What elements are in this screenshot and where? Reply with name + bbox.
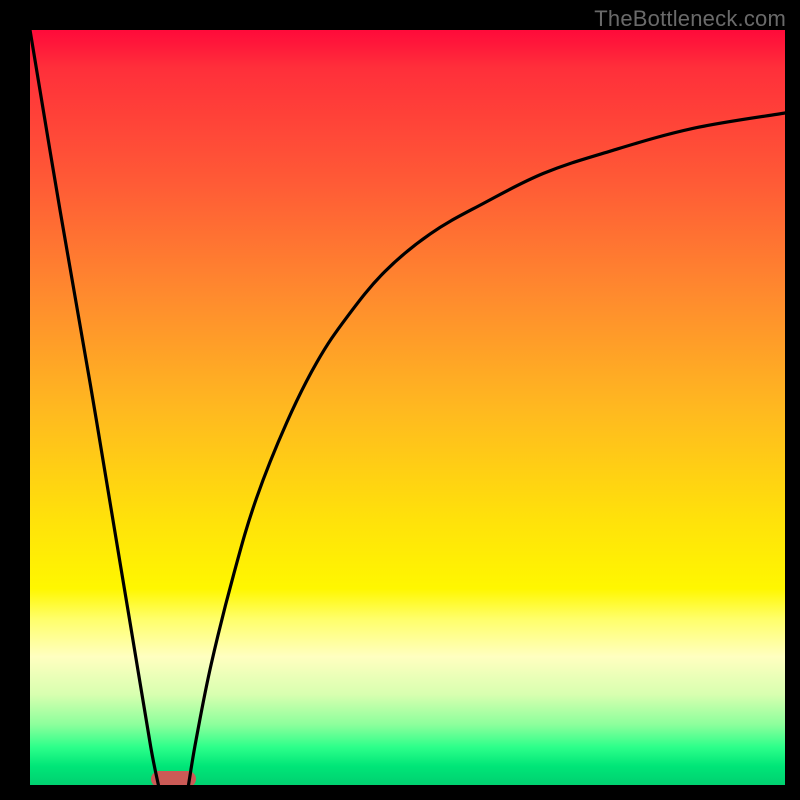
bottleneck-curve [30,30,785,785]
curve-right-path [189,113,786,785]
chart-frame: TheBottleneck.com [0,0,800,800]
curve-left-path [30,30,158,785]
watermark-text: TheBottleneck.com [594,6,786,32]
plot-area [30,30,785,785]
